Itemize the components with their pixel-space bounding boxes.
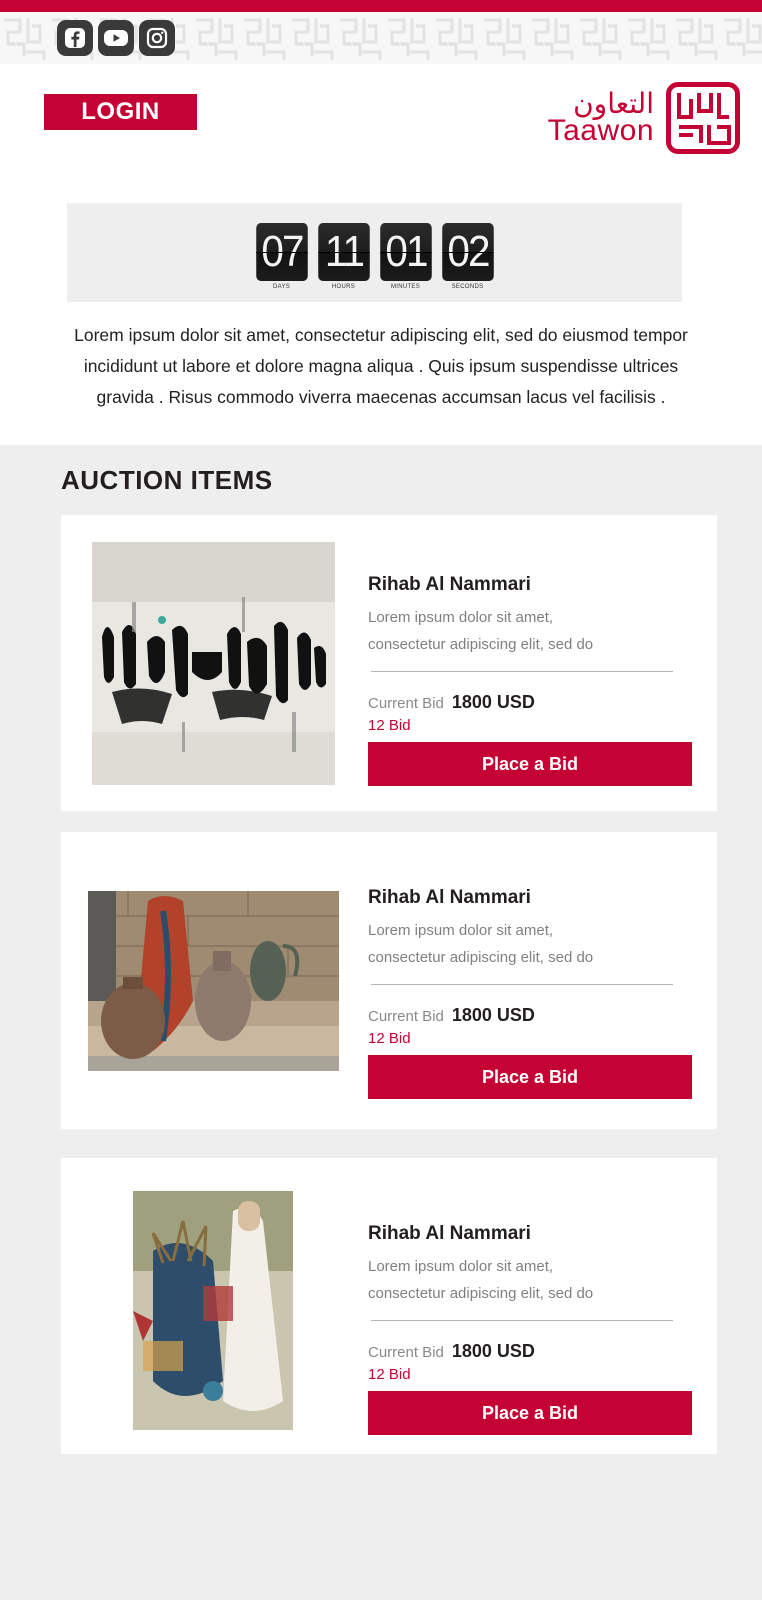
bid-count: 12 Bid [368,1366,411,1383]
place-bid-button[interactable]: Place a Bid [368,1055,692,1099]
section-title: AUCTION ITEMS [61,465,273,495]
bid-count: 12 Bid [368,1030,411,1047]
youtube-icon[interactable] [98,20,134,56]
logo-mark-icon [666,82,740,154]
current-bid: Current Bid 1800 USD [368,692,692,713]
countdown-minutes-label: MINUTES [390,284,421,290]
current-bid-label: Current Bid [368,695,444,712]
intro-text: Lorem ipsum dolor sit amet, consectetur … [74,325,688,407]
artwork-image[interactable] [92,542,335,785]
bid-count: 12 Bid [368,717,411,734]
countdown-seconds-value: 02 [441,223,494,281]
taawon-logo[interactable]: التعاون Taawon [548,82,740,154]
auction-item-card: Rihab Al Nammari Lorem ipsum dolor sit a… [61,515,717,811]
current-bid: Current Bid 1800 USD [368,1005,692,1026]
artwork-image[interactable] [133,1191,293,1430]
item-description: Lorem ipsum dolor sit amet, consectetur … [368,604,692,658]
description-line: consectetur adipiscing elit, sed do [368,949,594,966]
countdown-hours: 11 HOURS [316,223,372,302]
countdown-minutes-value: 01 [379,223,432,281]
place-bid-button[interactable]: Place a Bid [368,1391,692,1435]
facebook-icon[interactable] [57,20,93,56]
instagram-icon[interactable] [139,20,175,56]
current-bid-value: 1800 USD [451,692,535,712]
current-bid-value: 1800 USD [451,1005,535,1025]
description-line: consectetur adipiscing elit, sed do [368,1285,594,1302]
place-bid-button[interactable]: Place a Bid [368,742,692,786]
countdown-days-label: DAYS [272,284,291,290]
auction-item-details: Rihab Al Nammari Lorem ipsum dolor sit a… [368,887,692,1099]
divider [371,1320,673,1321]
item-description: Lorem ipsum dolor sit amet, consectetur … [368,1253,692,1307]
login-button[interactable]: LOGIN [44,94,197,130]
artwork-image[interactable] [88,891,339,1071]
description-line: Lorem ipsum dolor sit amet, [368,1258,554,1275]
artist-name: Rihab Al Nammari [368,1223,531,1244]
auction-item-details: Rihab Al Nammari Lorem ipsum dolor sit a… [368,1223,692,1435]
divider [371,671,673,672]
countdown-minutes: 01 MINUTES [378,223,434,302]
countdown-seconds: 02 SECONDS [440,223,496,302]
description-line: Lorem ipsum dolor sit amet, [368,609,554,626]
auction-item-details: Rihab Al Nammari Lorem ipsum dolor sit a… [368,574,692,786]
item-description: Lorem ipsum dolor sit amet, consectetur … [368,917,692,971]
countdown-seconds-label: SECONDS [451,284,484,290]
countdown-hours-label: HOURS [331,284,356,290]
auction-item-card: Rihab Al Nammari Lorem ipsum dolor sit a… [61,832,717,1129]
divider [371,984,673,985]
countdown-days: 07 DAYS [254,223,310,302]
current-bid-label: Current Bid [368,1008,444,1025]
logo-english-text: Taawon [547,114,654,147]
current-bid-value: 1800 USD [451,1341,535,1361]
top-accent-bar [0,0,762,12]
social-links [57,20,175,56]
auction-item-card: Rihab Al Nammari Lorem ipsum dolor sit a… [61,1158,717,1454]
countdown-days-value: 07 [255,223,308,281]
countdown-hours-value: 11 [317,223,370,281]
description-line: Lorem ipsum dolor sit amet, [368,922,554,939]
description-line: consectetur adipiscing elit, sed do [368,636,594,653]
artist-name: Rihab Al Nammari [368,574,531,595]
current-bid: Current Bid 1800 USD [368,1341,692,1362]
countdown-timer: 07 DAYS 11 HOURS 01 MINUTES 02 SECONDS [67,203,682,302]
current-bid-label: Current Bid [368,1344,444,1361]
artist-name: Rihab Al Nammari [368,887,531,908]
